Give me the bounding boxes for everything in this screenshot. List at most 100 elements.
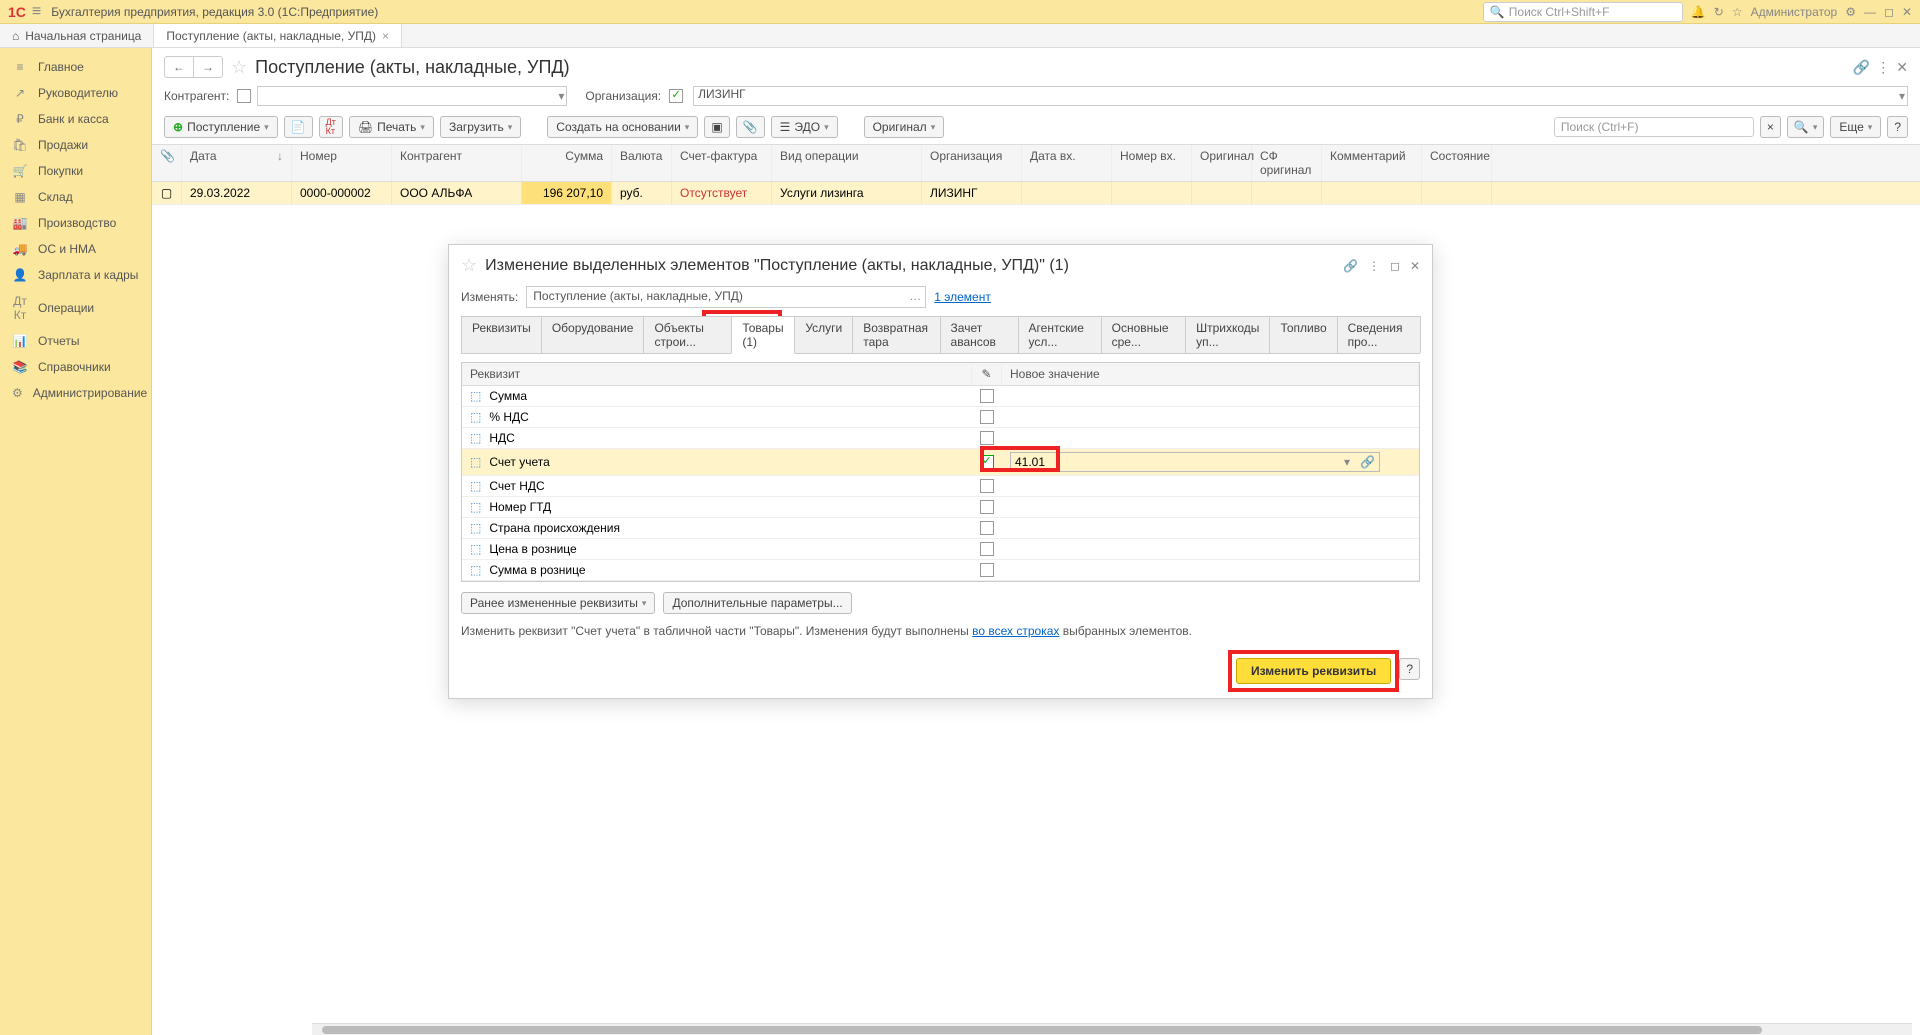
dialog-tab-6[interactable]: Зачет авансов bbox=[940, 316, 1019, 353]
page-close-icon[interactable]: ✕ bbox=[1896, 59, 1908, 76]
dialog-link-icon[interactable]: 🔗 bbox=[1343, 259, 1358, 273]
sidebar-item-7[interactable]: 🚚ОС и НМА bbox=[0, 236, 151, 262]
dialog-tab-2[interactable]: Объекты строи... bbox=[643, 316, 732, 353]
col-date[interactable]: Дата↓ bbox=[182, 145, 292, 181]
register-button[interactable]: ▣ bbox=[704, 116, 729, 138]
col-summ[interactable]: Сумма bbox=[522, 145, 612, 181]
grid-row[interactable]: ▢ 29.03.2022 0000-000002 ООО АЛЬФА 196 2… bbox=[152, 182, 1920, 205]
attr-checkbox[interactable] bbox=[980, 455, 994, 469]
col-optype[interactable]: Вид операции bbox=[772, 145, 922, 181]
main-menu-icon[interactable]: ≡ bbox=[32, 3, 41, 21]
sidebar-item-1[interactable]: ↗Руководителю bbox=[0, 80, 151, 106]
select-icon[interactable]: … bbox=[909, 289, 921, 303]
more-button[interactable]: Еще▾ bbox=[1830, 116, 1881, 138]
attr-checkbox[interactable] bbox=[980, 542, 994, 556]
sidebar-item-10[interactable]: 📊Отчеты bbox=[0, 328, 151, 354]
change-type-input[interactable]: Поступление (акты, накладные, УПД) … bbox=[526, 286, 926, 308]
create-button[interactable]: ⊕Поступление▾ bbox=[164, 116, 278, 138]
help-button[interactable]: ? bbox=[1887, 116, 1908, 138]
dtkt-button[interactable]: ДтКт bbox=[319, 116, 343, 138]
dialog-tab-9[interactable]: Штрихкоды уп... bbox=[1185, 316, 1270, 353]
all-rows-link[interactable]: во всех строках bbox=[972, 624, 1059, 638]
attr-checkbox[interactable] bbox=[980, 563, 994, 577]
sidebar-item-12[interactable]: ⚙Администрирование bbox=[0, 380, 151, 406]
user-label[interactable]: Администратор bbox=[1751, 5, 1838, 19]
dialog-tab-1[interactable]: Оборудование bbox=[541, 316, 645, 353]
attr-row-6[interactable]: ⬚Страна происхождения bbox=[462, 518, 1419, 539]
sidebar-item-8[interactable]: 👤Зарплата и кадры bbox=[0, 262, 151, 288]
col-num[interactable]: Номер bbox=[292, 145, 392, 181]
sidebar-item-2[interactable]: ₽Банк и касса bbox=[0, 106, 151, 132]
attr-checkbox[interactable] bbox=[980, 431, 994, 445]
col-curr[interactable]: Валюта bbox=[612, 145, 672, 181]
dialog-help-button[interactable]: ? bbox=[1399, 658, 1420, 680]
attach-button[interactable]: 📎 bbox=[736, 116, 765, 138]
col-sforig[interactable]: СФ оригинал bbox=[1252, 145, 1322, 181]
dialog-tab-7[interactable]: Агентские усл... bbox=[1018, 316, 1102, 353]
find-button[interactable]: 🔍▾ bbox=[1787, 116, 1824, 138]
col-orig[interactable]: Оригинал bbox=[1192, 145, 1252, 181]
dialog-close-icon[interactable]: ✕ bbox=[1410, 259, 1420, 273]
attr-checkbox[interactable] bbox=[980, 479, 994, 493]
dialog-maximize-icon[interactable]: ◻ bbox=[1390, 259, 1400, 273]
attr-row-0[interactable]: ⬚Сумма bbox=[462, 386, 1419, 407]
dialog-favorite-icon[interactable]: ☆ bbox=[461, 255, 477, 276]
minimize-icon[interactable]: — bbox=[1864, 5, 1876, 19]
dialog-tab-10[interactable]: Топливо bbox=[1269, 316, 1337, 353]
col-org[interactable]: Организация bbox=[922, 145, 1022, 181]
settings-icon[interactable]: ⚙ bbox=[1845, 5, 1856, 19]
org-filter-input[interactable]: ЛИЗИНГ▾ bbox=[693, 86, 1908, 106]
link-icon[interactable]: 🔗 bbox=[1853, 59, 1870, 76]
create-based-button[interactable]: Создать на основании▾ bbox=[547, 116, 698, 138]
load-button[interactable]: Загрузить▾ bbox=[440, 116, 521, 138]
col-attach[interactable]: 📎 bbox=[152, 145, 182, 181]
nav-forward-button[interactable]: → bbox=[194, 57, 222, 77]
org-filter-checkbox[interactable] bbox=[669, 89, 683, 103]
col-cpty[interactable]: Контрагент bbox=[392, 145, 522, 181]
dialog-tab-8[interactable]: Основные сре... bbox=[1101, 316, 1187, 353]
start-page-tab[interactable]: ⌂ Начальная страница bbox=[0, 24, 154, 47]
extra-params-button[interactable]: Дополнительные параметры... bbox=[663, 592, 851, 614]
dialog-tab-4[interactable]: Услуги bbox=[794, 316, 853, 353]
attr-row-7[interactable]: ⬚Цена в рознице bbox=[462, 539, 1419, 560]
prev-changed-button[interactable]: Ранее измененные реквизиты▾ bbox=[461, 592, 655, 614]
col-comment[interactable]: Комментарий bbox=[1322, 145, 1422, 181]
copy-button[interactable]: 📄 bbox=[284, 116, 313, 138]
sidebar-item-9[interactable]: Дт КтОперации bbox=[0, 288, 151, 328]
sidebar-item-5[interactable]: ▦Склад bbox=[0, 184, 151, 210]
restore-icon[interactable]: ◻ bbox=[1884, 5, 1894, 19]
col-datevh[interactable]: Дата вх. bbox=[1022, 145, 1112, 181]
attr-value-input[interactable]: 41.01▾ 🔗 bbox=[1010, 452, 1380, 472]
sidebar-item-4[interactable]: 🛒Покупки bbox=[0, 158, 151, 184]
kebab-icon[interactable]: ⋮ bbox=[1876, 59, 1890, 76]
dialog-kebab-icon[interactable]: ⋮ bbox=[1368, 259, 1380, 273]
nav-back-button[interactable]: ← bbox=[165, 57, 194, 77]
favorite-star-icon[interactable]: ☆ bbox=[231, 57, 247, 78]
attr-checkbox[interactable] bbox=[980, 410, 994, 424]
element-count-link[interactable]: 1 элемент bbox=[934, 290, 991, 304]
apply-button[interactable]: Изменить реквизиты bbox=[1236, 658, 1391, 684]
attr-row-2[interactable]: ⬚НДС bbox=[462, 428, 1419, 449]
attr-row-3[interactable]: ⬚Счет учета41.01▾ 🔗 bbox=[462, 449, 1419, 476]
history-icon[interactable]: ↻ bbox=[1714, 5, 1724, 19]
close-icon[interactable]: ✕ bbox=[1902, 5, 1912, 19]
original-button[interactable]: Оригинал▾ bbox=[864, 116, 945, 138]
dialog-tab-11[interactable]: Сведения про... bbox=[1337, 316, 1421, 353]
attr-row-4[interactable]: ⬚Счет НДС bbox=[462, 476, 1419, 497]
grid-search-input[interactable]: Поиск (Ctrl+F) bbox=[1554, 117, 1754, 137]
attr-row-1[interactable]: ⬚% НДС bbox=[462, 407, 1419, 428]
dialog-tab-3[interactable]: Товары (1) bbox=[731, 316, 795, 354]
col-state[interactable]: Состояние bbox=[1422, 145, 1492, 181]
sidebar-item-11[interactable]: 📚Справочники bbox=[0, 354, 151, 380]
attr-row-8[interactable]: ⬚Сумма в рознице bbox=[462, 560, 1419, 581]
counterparty-filter-input[interactable]: ▾ bbox=[257, 86, 567, 106]
counterparty-filter-checkbox[interactable] bbox=[237, 89, 251, 103]
sidebar-item-3[interactable]: 🛍Продажи bbox=[0, 132, 151, 158]
star-icon[interactable]: ☆ bbox=[1732, 5, 1743, 19]
tab-close-icon[interactable]: × bbox=[382, 29, 389, 43]
col-numvh[interactable]: Номер вх. bbox=[1112, 145, 1192, 181]
edo-button[interactable]: ☰ ЭДО▾ bbox=[771, 116, 838, 138]
bell-icon[interactable]: 🔔 bbox=[1691, 5, 1706, 19]
attr-checkbox[interactable] bbox=[980, 521, 994, 535]
document-tab[interactable]: Поступление (акты, накладные, УПД) × bbox=[154, 24, 402, 47]
